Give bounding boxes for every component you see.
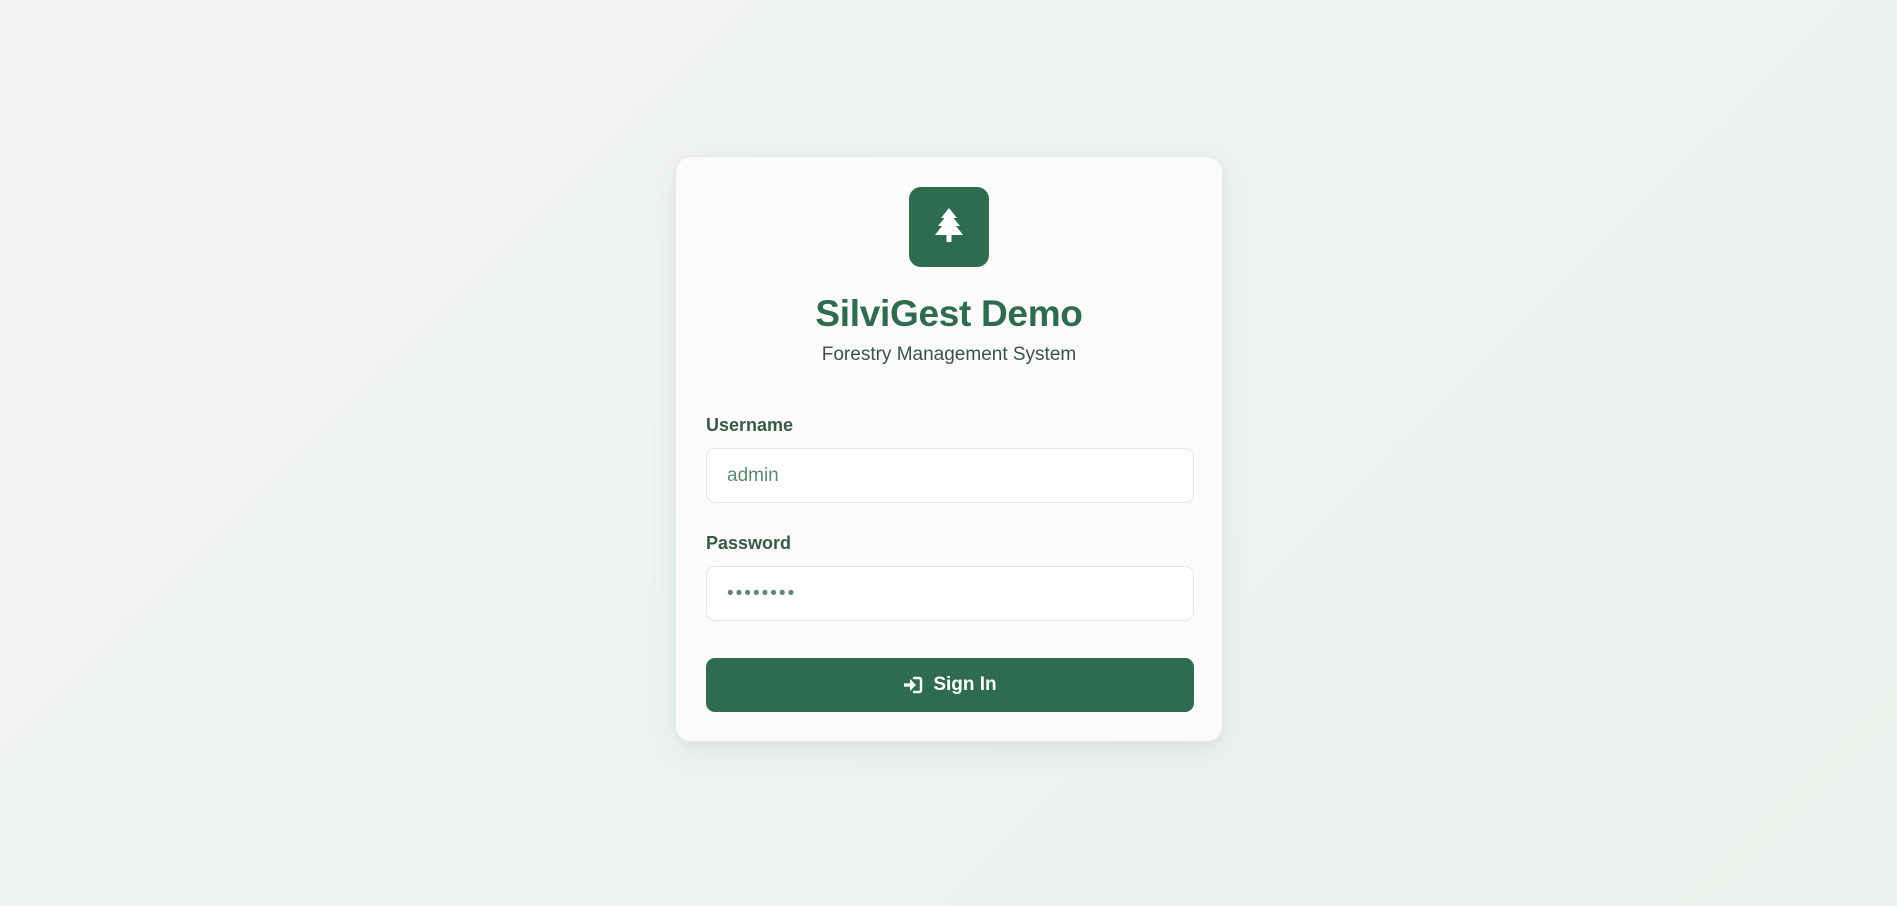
tree-icon xyxy=(932,206,966,249)
app-subtitle: Forestry Management System xyxy=(821,344,1077,365)
password-label: Password xyxy=(706,533,792,553)
sign-in-button[interactable]: Sign In xyxy=(706,658,1194,712)
sign-in-icon xyxy=(903,676,923,694)
login-card: SilviGest Demo Forestry Management Syste… xyxy=(675,156,1223,742)
username-label: Username xyxy=(706,415,794,435)
app-title: SilviGest Demo xyxy=(815,293,1083,334)
username-input[interactable] xyxy=(706,448,1194,503)
password-input[interactable] xyxy=(706,566,1194,621)
app-logo xyxy=(909,187,989,267)
sign-in-label: Sign In xyxy=(933,674,997,695)
